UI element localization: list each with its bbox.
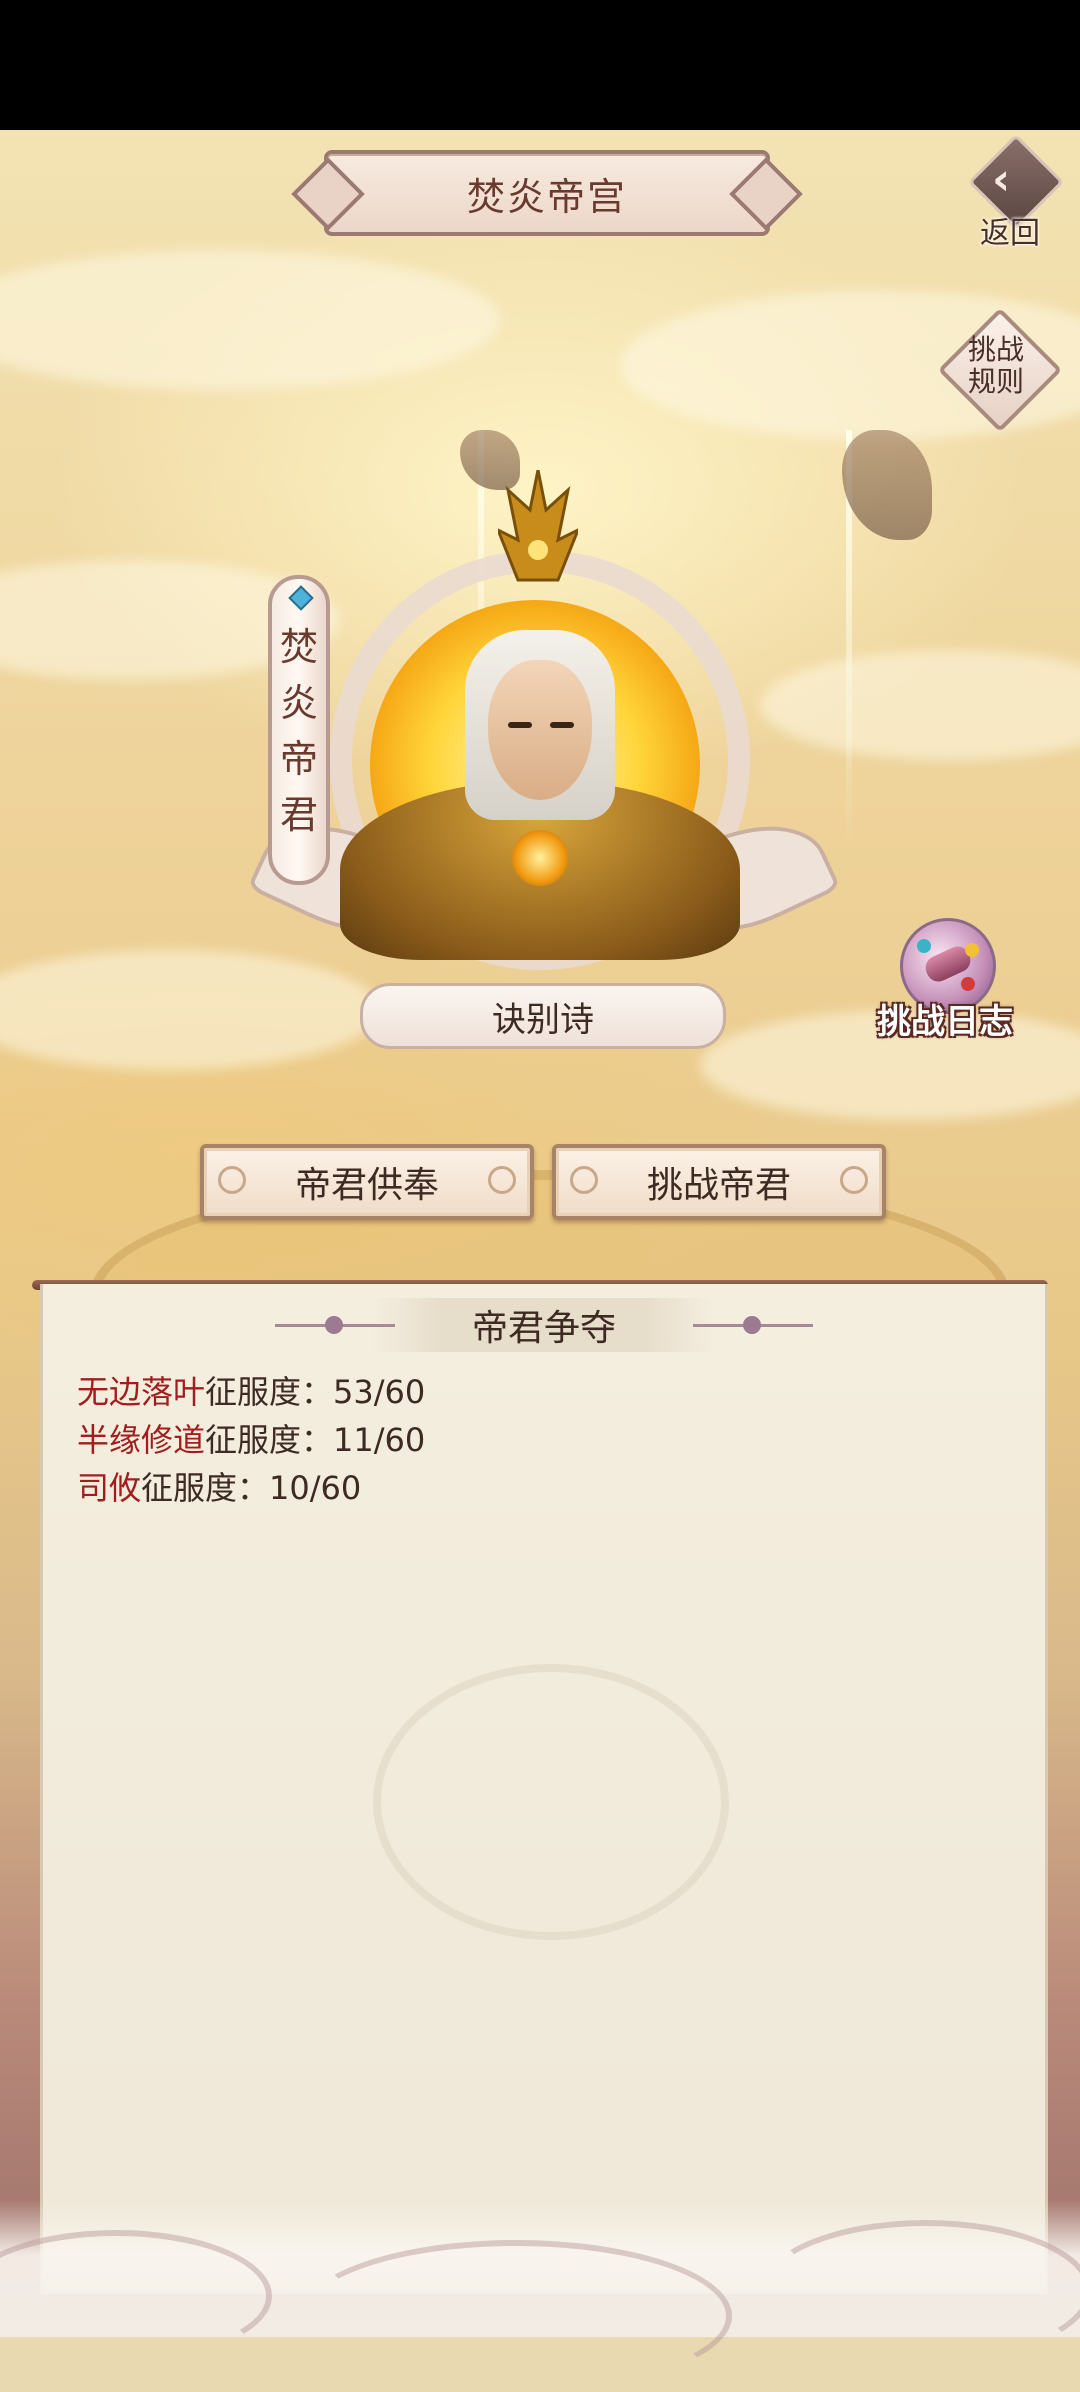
caption-text: 诀别诗 bbox=[492, 999, 594, 1040]
challenge-boss-label: 挑战帝君 bbox=[646, 1165, 791, 1206]
panel-bottom-mist bbox=[0, 2200, 1080, 2392]
back-label: 返回 bbox=[980, 216, 1040, 251]
cloud-wisp bbox=[0, 2230, 272, 2362]
conquest-label: 征服度： bbox=[141, 1469, 270, 1507]
tribute-label: 帝君供奉 bbox=[294, 1165, 439, 1206]
conquest-row: 司攸征服度：10/60 bbox=[77, 1464, 425, 1512]
boss-portrait[interactable] bbox=[247, 470, 841, 1030]
cloud-wisp bbox=[760, 2220, 1080, 2362]
conquest-value: 10/60 bbox=[269, 1469, 362, 1507]
panel-header: 帝君争夺 bbox=[43, 1298, 1045, 1352]
back-button[interactable]: ‹ 返回 bbox=[962, 133, 1065, 251]
conquest-row: 无边落叶征服度：53/60 bbox=[77, 1368, 425, 1416]
boss-name-char: 炎 bbox=[279, 681, 318, 725]
left-ornament-icon bbox=[275, 1316, 395, 1334]
player-name: 无边落叶 bbox=[77, 1373, 206, 1411]
emblem-watermark bbox=[373, 1664, 729, 1940]
challenge-boss-button[interactable]: 挑战帝君 bbox=[552, 1144, 886, 1220]
challenge-rules-label: 挑战规则 bbox=[967, 333, 1024, 398]
boss-name-char: 焚 bbox=[279, 625, 318, 669]
challenge-log-button[interactable]: 挑战日志 bbox=[870, 918, 1020, 1048]
title-plate: 焚炎帝宫 bbox=[324, 150, 770, 236]
right-ornament-icon bbox=[693, 1316, 813, 1334]
chest-gem bbox=[512, 830, 568, 886]
conquest-value: 53/60 bbox=[333, 1373, 426, 1411]
panel-title: 帝君争夺 bbox=[471, 1308, 616, 1349]
scroll-bead bbox=[965, 943, 979, 957]
player-name: 司攸 bbox=[77, 1469, 142, 1507]
scroll-bead bbox=[917, 939, 931, 953]
left-eye bbox=[508, 722, 532, 728]
button-curl-ornament bbox=[840, 1166, 868, 1194]
page-title: 焚炎帝宫 bbox=[466, 174, 627, 219]
tribute-button[interactable]: 帝君供奉 bbox=[200, 1144, 534, 1220]
scroll-bead bbox=[961, 977, 975, 991]
status-bar bbox=[0, 0, 1080, 130]
challenge-rules-button[interactable]: 挑战规则 bbox=[936, 306, 1063, 433]
right-eye bbox=[550, 722, 574, 728]
conquest-label: 征服度： bbox=[205, 1373, 334, 1411]
portrait-caption: 诀别诗 bbox=[360, 983, 726, 1049]
boss-name-banner: 焚 炎 帝 君 bbox=[268, 575, 330, 885]
conquest-list: 无边落叶征服度：53/60 半缘修道征服度：11/60 司攸征服度：10/60 bbox=[77, 1368, 425, 1512]
cloud-wisp bbox=[300, 2240, 732, 2392]
back-arrow-icon: ‹ bbox=[992, 154, 1011, 205]
banner-gem-icon bbox=[288, 585, 314, 611]
button-curl-ornament bbox=[488, 1166, 516, 1194]
button-curl-ornament bbox=[570, 1166, 598, 1194]
character-face bbox=[488, 660, 592, 800]
conquest-value: 11/60 bbox=[333, 1421, 426, 1459]
challenge-log-label: 挑战日志 bbox=[877, 1002, 1013, 1042]
boss-name-char: 君 bbox=[279, 793, 318, 837]
conquest-label: 征服度： bbox=[205, 1421, 334, 1459]
button-curl-ornament bbox=[218, 1166, 246, 1194]
boss-name-char: 帝 bbox=[279, 737, 318, 781]
conquest-row: 半缘修道征服度：11/60 bbox=[77, 1416, 425, 1464]
contest-panel: 帝君争夺 无边落叶征服度：53/60 半缘修道征服度：11/60 司攸征服度：1… bbox=[40, 1284, 1048, 2294]
crown-icon bbox=[498, 470, 578, 582]
player-name: 半缘修道 bbox=[77, 1421, 206, 1459]
